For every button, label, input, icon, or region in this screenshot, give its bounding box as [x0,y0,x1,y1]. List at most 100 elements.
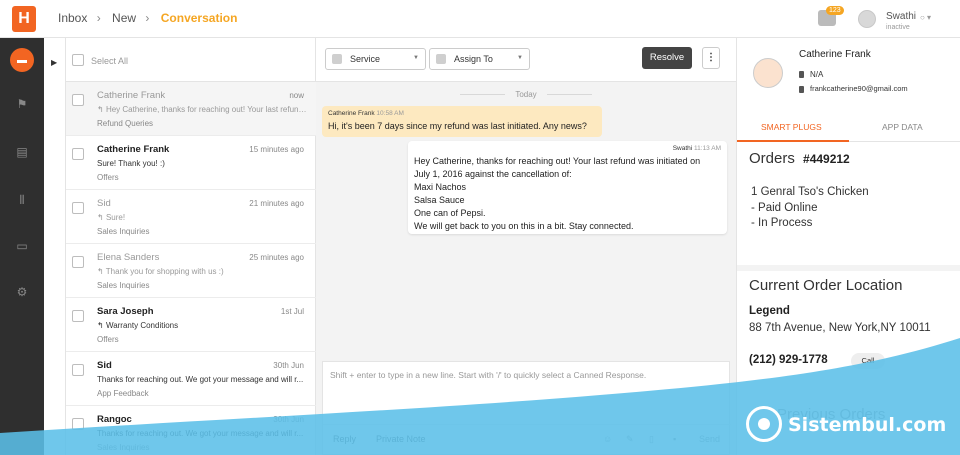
top-bar: H Inbox › New › Conversation 123 Swathi … [0,0,960,38]
user-name[interactable]: Swathi [886,11,916,22]
conversation-checkbox[interactable] [72,418,84,430]
chevron-down-icon[interactable]: ○ ▾ [920,13,931,22]
chevron-down-icon: ▼ [413,55,419,61]
notification-badge: 123 [826,6,844,15]
message-preview: ↰ Sure! [97,213,307,222]
location-phone: (212) 929-1778 [749,354,828,366]
orders-heading: Orders #449212 [749,150,850,167]
more-options-icon[interactable]: ⋮ [702,47,720,69]
canned-response-icon[interactable]: ▪ [673,434,676,444]
message-line: Salsa Sauce [414,195,465,205]
emoji-icon[interactable]: ☺ [603,434,612,444]
private-note-tab[interactable]: Private Note [376,434,426,444]
incoming-message: Catherine Frank 10:58 AM Hi, it's been 7… [322,106,602,137]
sidebar-item-inbox[interactable]: ▬ [0,38,44,82]
contact-name: Catherine Frank [97,144,170,155]
contact-name: Elena Sanders [97,252,160,263]
resolve-button[interactable]: Resolve [642,47,692,69]
conversation-checkbox[interactable] [72,148,84,160]
conversation-tag: Sales Inquiries [97,443,150,452]
conversation-tag: Sales Inquiries [97,281,150,290]
message-preview: ↰ Hey Catherine, thanks for reaching out… [97,105,307,114]
message-line: We will get back to you on this in a bit… [414,221,634,231]
conversation-item[interactable]: Catherine Frank now ↰ Hey Catherine, tha… [66,82,316,136]
conversation-item[interactable]: Elena Sanders 25 minutes ago ↰ Thank you… [66,244,316,298]
conversation-item[interactable]: Catherine Frank 15 minutes ago Sure! Tha… [66,136,316,190]
reply-icon: ↰ [97,105,104,114]
reply-tab[interactable]: Reply [333,434,356,444]
conversation-tag: Offers [97,173,119,182]
message-preview: Thanks for reaching out. We got your mes… [97,375,304,384]
chat-toolbar: Service ▼ Assign To ▼ Resolve ⋮ [316,38,736,82]
compose-box[interactable]: Shift + enter to type in a new line. Sta… [322,361,731,455]
message-meta: Swathi 11:13 AM [673,145,721,152]
conversation-item[interactable]: Rangoc 30th Jun Thanks for reaching out.… [66,406,316,455]
message-line: Hey Catherine, thanks for reaching out! … [414,156,701,166]
conversation-item[interactable]: Sara Joseph 1st Jul ↰ Warranty Condition… [66,298,316,352]
timestamp: 25 minutes ago [249,253,304,262]
conversation-checkbox[interactable] [72,94,84,106]
service-dropdown[interactable]: Service ▼ [325,48,426,70]
customer-name: Catherine Frank [799,49,871,60]
orders-title: Orders [749,150,795,167]
conversation-checkbox[interactable] [72,202,84,214]
select-all-checkbox[interactable] [72,54,84,66]
service-dropdown-label: Service [350,54,381,64]
watermark-logo-icon [746,406,782,442]
message-preview-text: Thank you for shopping with us :) [105,267,224,276]
analytics-icon[interactable]: ⦀ [0,178,44,222]
mail-icon [799,85,804,93]
caret-right-icon[interactable]: ▶ [51,58,57,67]
message-preview: ↰ Warranty Conditions [97,321,307,330]
day-divider: Today [316,90,736,99]
list-header: Select All [66,38,315,82]
call-button[interactable]: Call [851,353,885,369]
breadcrumb-new[interactable]: New [112,11,136,25]
contact-name: Sid [97,360,112,371]
sender-name: Swathi [672,145,693,152]
attachment-icon[interactable]: ▯ [649,434,654,445]
compose-placeholder[interactable]: Shift + enter to type in a new line. Sta… [330,370,646,380]
tab-app-data[interactable]: APP DATA [882,122,923,132]
conversation-item[interactable]: Sid 30th Jun Thanks for reaching out. We… [66,352,316,406]
customer-avatar [753,58,783,88]
app-logo[interactable]: H [12,6,36,32]
headset-icon [436,54,446,64]
tab-smart-plugs[interactable]: SMART PLUGS [761,122,822,132]
chat-panel: Service ▼ Assign To ▼ Resolve ⋮ Today Ca… [316,38,736,455]
reply-icon: ↰ [97,213,104,222]
breadcrumb: Inbox › New › Conversation [58,11,243,25]
assign-dropdown[interactable]: Assign To ▼ [429,48,530,70]
message-preview: Sure! Thank you! :) [97,159,165,168]
document-icon[interactable]: ▤ [0,130,44,174]
user-avatar[interactable] [858,10,876,28]
sender-name: Catherine Frank [328,110,375,117]
customer-email-value: frankcatherine90@gmail.com [810,84,908,93]
order-number[interactable]: #449212 [803,152,850,166]
briefcase-icon[interactable]: ▭ [0,224,44,268]
message-preview-text: Hey Catherine, thanks for reaching out! … [105,105,307,114]
customer-panel: Catherine Frank N/A frankcatherine90@gma… [736,38,960,455]
customer-email: frankcatherine90@gmail.com [799,84,908,93]
timestamp: now [289,91,304,100]
reply-icon: ↰ [97,321,104,330]
timestamp: 1st Jul [280,307,304,316]
conversation-checkbox[interactable] [72,364,84,376]
contact-name: Sara Joseph [97,306,154,317]
list-expander[interactable]: ▶ [44,38,66,455]
conversation-checkbox[interactable] [72,310,84,322]
conversation-checkbox[interactable] [72,256,84,268]
select-all-label[interactable]: Select All [91,56,128,66]
pencil-icon[interactable]: ✎ [626,434,634,445]
user-status: inactive [886,24,910,31]
location-heading: Current Order Location [749,277,903,294]
right-tabs: SMART PLUGS APP DATA [737,112,960,142]
settings-gear-icon[interactable]: ⚙ [0,270,44,314]
message-time: 10:58 AM [376,110,404,117]
chevron-right-icon: › [96,11,101,25]
conversation-item[interactable]: Sid 21 minutes ago ↰ Sure! Sales Inquiri… [66,190,316,244]
flag-icon[interactable]: ⚑ [0,82,44,126]
message-preview-text: Warranty Conditions [105,321,179,330]
breadcrumb-inbox[interactable]: Inbox [58,11,87,25]
send-button[interactable]: Send [699,434,720,444]
